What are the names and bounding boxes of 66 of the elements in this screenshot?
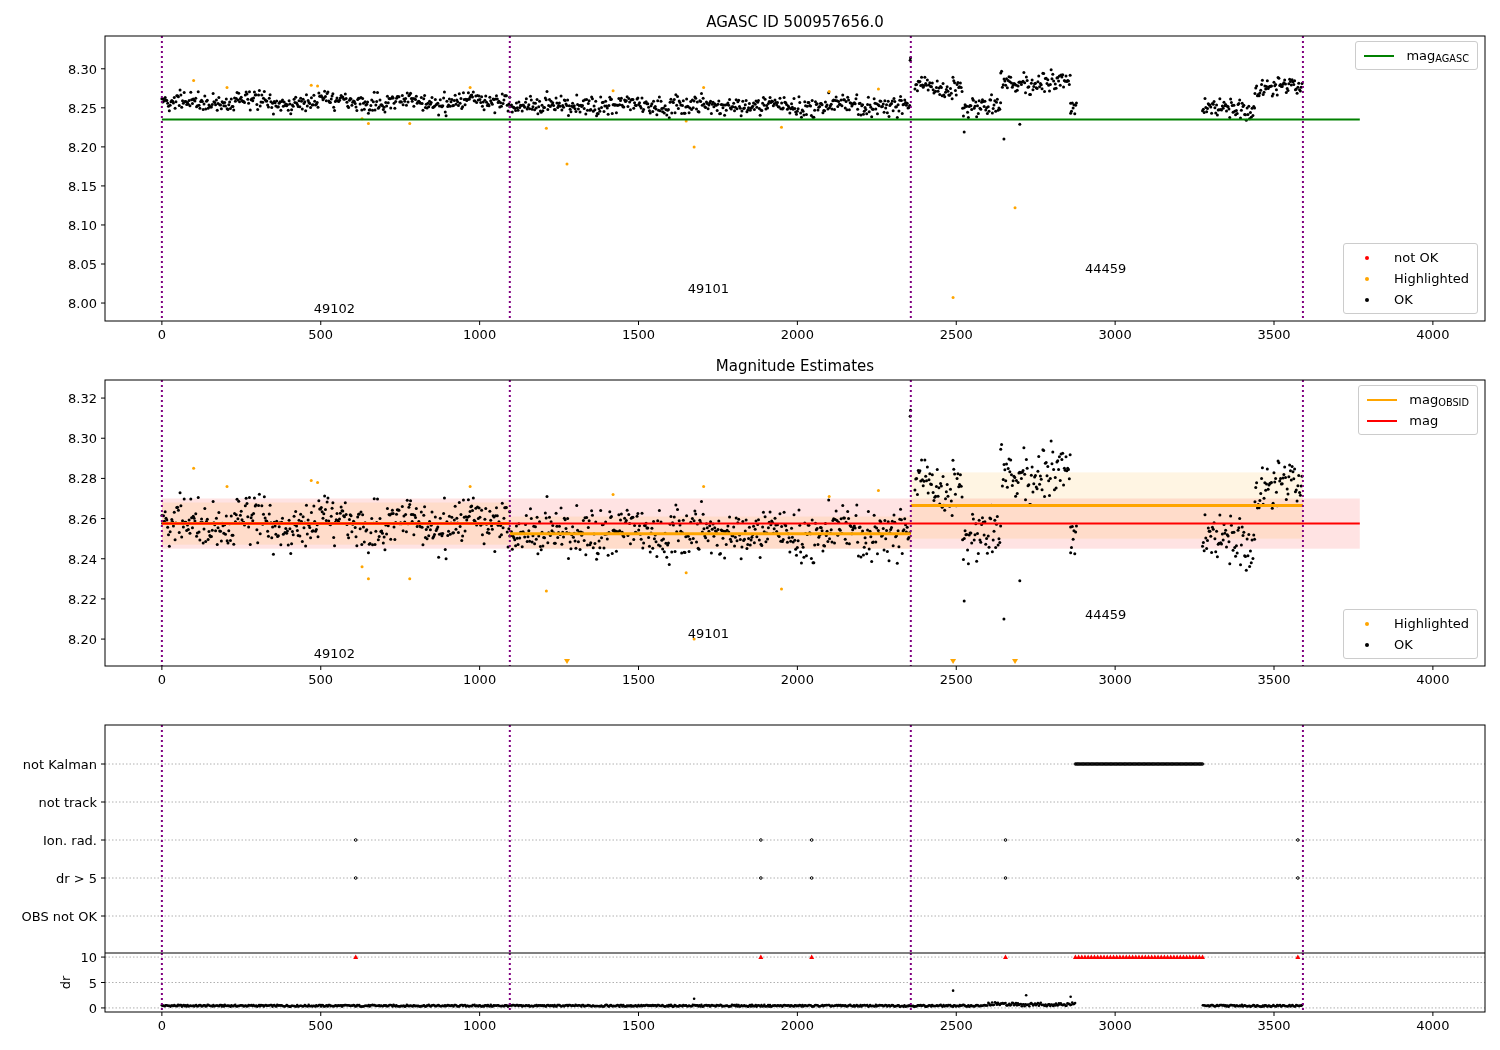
tick-label: 8.00 <box>68 296 97 312</box>
tick-label: 2000 <box>780 1018 814 1033</box>
tick-label: 8.32 <box>68 391 97 407</box>
tick-label: 0 <box>157 327 166 342</box>
tick-label: 3500 <box>1257 327 1291 342</box>
tick-label: 4000 <box>1416 327 1450 342</box>
tick-label: 500 <box>308 327 334 342</box>
tick-label: 0 <box>88 1000 97 1016</box>
tick-label: 8.10 <box>68 217 97 233</box>
tick-label: 500 <box>308 1018 334 1033</box>
tick-label: 8.26 <box>68 511 97 527</box>
tick-label: 2500 <box>939 327 973 342</box>
legend-label: Highlighted <box>1394 614 1469 633</box>
chart-title: Magnitude Estimates <box>715 357 875 375</box>
tick-label: 8.28 <box>68 471 97 487</box>
legend-label: mag$_{OBSID}$ <box>1409 390 1469 410</box>
legend-label: Highlighted <box>1394 269 1469 288</box>
legend-label: mag$_{AGASC}$ <box>1406 46 1469 66</box>
tick-label: 1000 <box>463 327 497 342</box>
tick-label: 2000 <box>780 327 814 342</box>
obsid-label: 49102 <box>313 301 356 317</box>
tick-label: 3500 <box>1257 1018 1291 1033</box>
tick-label: 2000 <box>780 672 814 687</box>
tick-label: Ion. rad. <box>43 833 97 848</box>
tick-label: 1500 <box>621 327 656 342</box>
tick-label: 4000 <box>1416 672 1450 687</box>
tick-label: 4000 <box>1416 1018 1450 1033</box>
tick-label: 1500 <box>621 672 656 687</box>
tick-label: 500 <box>308 672 334 687</box>
tick-label: 1000 <box>463 672 497 687</box>
chart-title: AGASC ID 500957656.0 <box>706 13 884 31</box>
tick-label: 1500 <box>621 1018 656 1033</box>
tick-label: 8.05 <box>68 257 97 272</box>
tick-label: 3500 <box>1257 672 1291 687</box>
tick-label: 1000 <box>463 1018 497 1033</box>
obsid-label: 49102 <box>313 646 356 662</box>
legend-label: OK <box>1394 290 1413 309</box>
tick-label: 0 <box>157 672 166 687</box>
tick-label: 5 <box>88 975 97 991</box>
obsid-label: 49101 <box>687 280 730 296</box>
legend-label: OK <box>1394 635 1413 654</box>
obsid-label: 49101 <box>687 626 730 642</box>
legend-label: not OK <box>1394 248 1439 267</box>
tick-label: 2500 <box>939 672 973 687</box>
tick-label: 8.25 <box>68 100 97 116</box>
tick-label: OBS not OK <box>21 909 97 924</box>
tick-label: dr > 5 <box>55 871 97 886</box>
tick-label: 8.24 <box>68 551 97 567</box>
tick-label: 3000 <box>1098 327 1132 342</box>
tick-label: not track <box>38 795 97 810</box>
legend-label: mag <box>1409 411 1439 430</box>
axis-label: dr <box>58 975 73 990</box>
tick-label: 10 <box>80 953 97 966</box>
tick-label: 3000 <box>1098 1018 1132 1033</box>
obsid-label: 44459 <box>1084 261 1127 277</box>
tick-label: 2500 <box>939 1018 973 1033</box>
tick-label: 8.20 <box>68 632 97 648</box>
tick-label: 8.30 <box>68 61 97 77</box>
tick-label: 8.30 <box>68 431 97 447</box>
tick-label: 8.20 <box>68 139 97 155</box>
tick-label: not Kalman <box>22 757 97 772</box>
tick-label: 8.22 <box>68 591 97 607</box>
tick-label: 3000 <box>1098 672 1132 687</box>
tick-label: 0 <box>157 1018 166 1033</box>
obsid-label: 44459 <box>1084 607 1127 622</box>
tick-label: 8.15 <box>68 178 97 194</box>
